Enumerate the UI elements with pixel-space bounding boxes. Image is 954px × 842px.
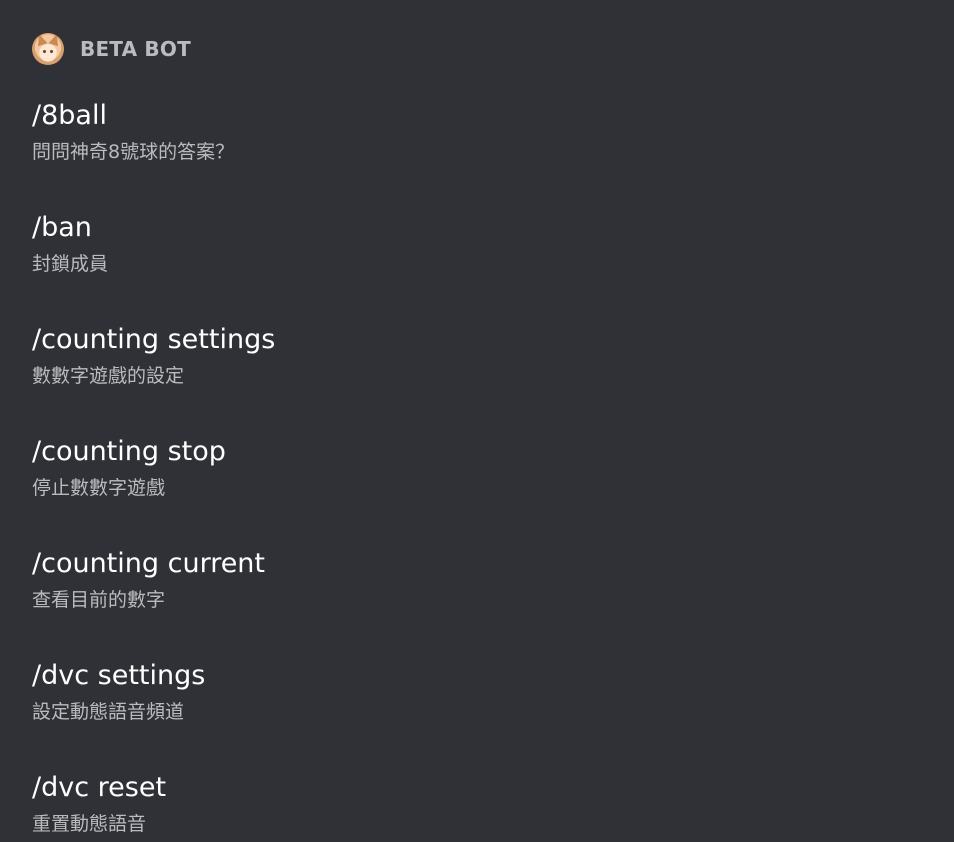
command-item-counting-current[interactable]: /counting current 查看目前的數字: [32, 544, 922, 656]
command-name: /8ball: [32, 100, 107, 131]
command-name: /counting settings: [32, 324, 276, 355]
command-description: 數數字遊戲的設定: [32, 365, 185, 387]
avatar-ear-left: [34, 33, 48, 47]
command-description: 封鎖成員: [32, 253, 109, 275]
command-item-dvc-settings[interactable]: /dvc settings 設定動態語音頻道: [32, 656, 922, 768]
command-description: 重置動態語音: [32, 813, 147, 835]
command-item-8ball[interactable]: /8ball 問問神奇8號球的答案？: [32, 96, 922, 208]
avatar-eye-left: [43, 50, 46, 53]
command-description: 問問神奇8號球的答案？: [32, 141, 235, 163]
command-item-counting-stop[interactable]: /counting stop 停止數數字遊戲: [32, 432, 922, 544]
command-item-dvc-reset[interactable]: /dvc reset 重置動態語音: [32, 768, 922, 842]
bot-header: BETA BOT: [32, 32, 191, 66]
command-description: 設定動態語音頻道: [32, 701, 185, 723]
command-name: /counting stop: [32, 436, 226, 467]
avatar-eye-right: [50, 50, 53, 53]
slash-command-picker: BETA BOT /8ball 問問神奇8號球的答案？ /ban 封鎖成員 /c…: [0, 0, 954, 842]
command-description: 查看目前的數字: [32, 589, 166, 611]
command-name: /dvc settings: [32, 660, 206, 691]
command-name: /counting current: [32, 548, 266, 579]
command-item-counting-settings[interactable]: /counting settings 數數字遊戲的設定: [32, 320, 922, 432]
bot-avatar: [32, 33, 64, 65]
command-name: /ban: [32, 212, 92, 243]
command-name: /dvc reset: [32, 772, 167, 803]
command-item-ban[interactable]: /ban 封鎖成員: [32, 208, 922, 320]
bot-name: BETA BOT: [80, 37, 191, 61]
command-description: 停止數數字遊戲: [32, 477, 166, 499]
command-list: /8ball 問問神奇8號球的答案？ /ban 封鎖成員 /counting s…: [32, 96, 922, 842]
avatar-ear-right: [48, 33, 62, 47]
